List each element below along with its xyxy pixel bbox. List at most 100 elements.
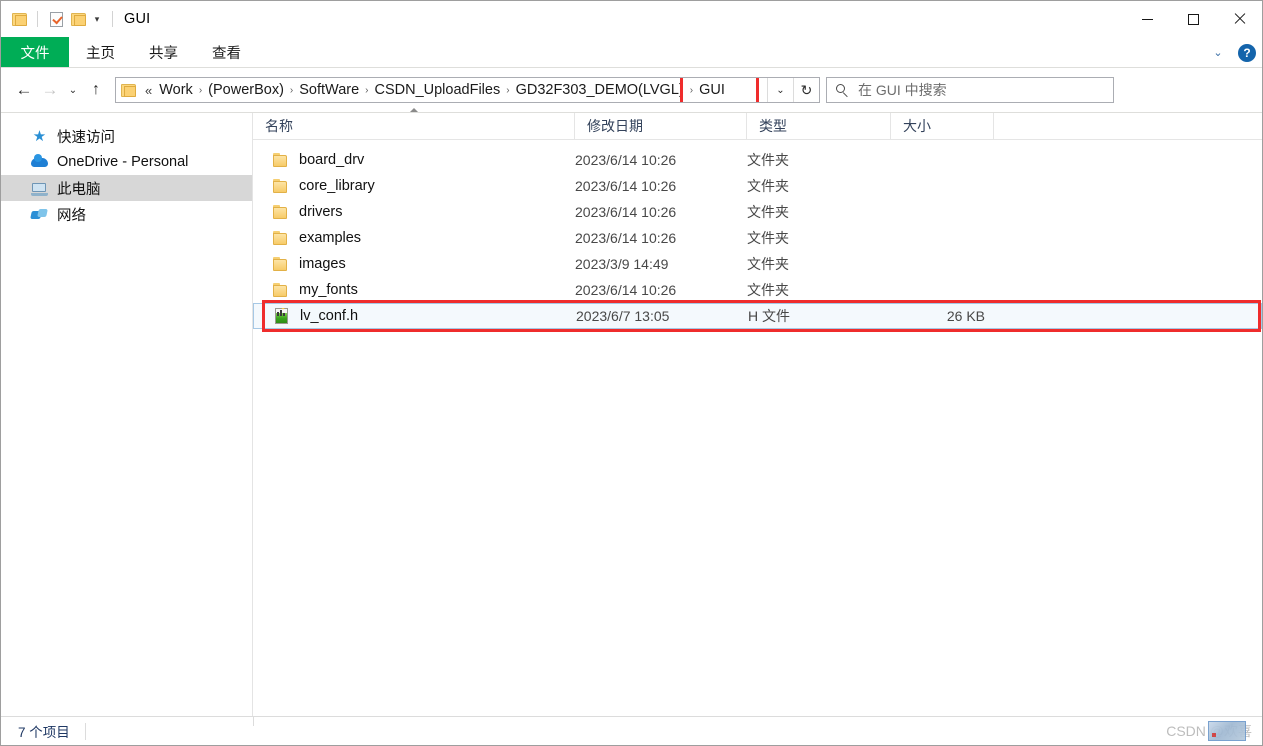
explorer-body: ★ 快速访问 OneDrive - Personal 此电脑 网络 名称 修改日… — [1, 108, 1262, 716]
watermark-thumbnail-icon — [1208, 721, 1246, 741]
cell-name: lv_conf.h — [254, 308, 576, 324]
cloud-icon — [31, 153, 48, 171]
cell-name: images — [253, 256, 575, 272]
cell-date-modified: 2023/6/14 10:26 — [575, 282, 677, 298]
qat-divider-1 — [37, 11, 38, 27]
breadcrumb-item-powerbox[interactable]: (PowerBox) — [204, 80, 288, 100]
table-row[interactable]: my_fonts 2023/6/14 10:26 文件夹 — [253, 277, 1262, 303]
cell-name: examples — [253, 230, 575, 246]
qat-divider-2 — [112, 11, 113, 27]
refresh-icon[interactable]: ↻ — [793, 78, 819, 102]
breadcrumb-separator-4[interactable]: › — [504, 85, 511, 96]
cell-date-modified: 2023/6/14 10:26 — [575, 152, 677, 168]
title-bar: ▾ GUI — [1, 1, 1262, 37]
sidebar-item-network[interactable]: 网络 — [1, 201, 252, 227]
breadcrumb-folder-icon — [121, 83, 136, 97]
file-rows: board_drv 2023/6/14 10:26 文件夹 core_libra… — [253, 140, 1262, 332]
cell-type: 文件夹 — [747, 230, 789, 246]
cell-name: core_library — [253, 178, 575, 194]
navigation-pane: ★ 快速访问 OneDrive - Personal 此电脑 网络 — [1, 113, 253, 716]
breadcrumb-item-gui-highlighted[interactable]: › GUI — [679, 78, 759, 102]
table-row[interactable]: images 2023/3/9 14:49 文件夹 — [253, 251, 1262, 277]
tab-home[interactable]: 主页 — [69, 37, 132, 67]
column-header-filler — [994, 113, 1262, 139]
sidebar-item-this-pc[interactable]: 此电脑 — [1, 175, 252, 201]
column-header-size[interactable]: 大小 — [891, 113, 994, 139]
column-header-date-modified[interactable]: 修改日期 — [575, 113, 747, 139]
breadcrumb-separator-1[interactable]: › — [197, 85, 204, 96]
csdn-watermark: CSDN @欢喜 — [1166, 721, 1252, 741]
breadcrumb-item-csdn-uploadfiles[interactable]: CSDN_UploadFiles — [371, 80, 505, 100]
cell-type: 文件夹 — [747, 204, 789, 220]
address-dropdown-chevron-down-icon[interactable]: ⌄ — [767, 78, 793, 102]
sidebar-item-label: 此电脑 — [57, 181, 101, 198]
maximize-button[interactable] — [1170, 1, 1216, 37]
properties-icon[interactable] — [45, 8, 67, 30]
file-name: core_library — [299, 178, 375, 194]
new-folder-icon[interactable] — [67, 8, 89, 30]
sidebar-item-label: OneDrive - Personal — [57, 154, 189, 170]
column-header-type[interactable]: 类型 — [747, 113, 891, 139]
forward-button[interactable]: → — [37, 77, 63, 103]
folder-icon — [273, 257, 289, 271]
breadcrumb-item-gui[interactable]: GUI — [695, 80, 729, 100]
ribbon-tab-strip: 文件 主页 共享 查看 ⌄ ? — [1, 37, 1262, 68]
column-header-name[interactable]: 名称 — [253, 108, 575, 139]
folder-icon — [273, 179, 289, 193]
table-row[interactable]: drivers 2023/6/14 10:26 文件夹 — [253, 199, 1262, 225]
folder-icon[interactable] — [8, 8, 30, 30]
table-row[interactable]: examples 2023/6/14 10:26 文件夹 — [253, 225, 1262, 251]
breadcrumb-item-gd32f303-demo[interactable]: GD32F303_DEMO(LVGL) — [512, 80, 688, 100]
file-name: drivers — [299, 204, 343, 220]
file-name: images — [299, 256, 346, 272]
search-input[interactable]: 在 GUI 中搜索 — [826, 77, 1114, 103]
tab-file[interactable]: 文件 — [1, 37, 69, 67]
qat-customize-chevron-down-icon[interactable]: ▾ — [89, 8, 105, 30]
back-button[interactable]: ← — [11, 77, 37, 103]
cell-name: board_drv — [253, 152, 575, 168]
breadcrumb-item-work[interactable]: Work — [155, 80, 197, 100]
cell-name: my_fonts — [253, 282, 575, 298]
file-list-pane: 名称 修改日期 类型 大小 board_drv 2023/6/14 10:26 … — [253, 108, 1262, 716]
cell-type: 文件夹 — [747, 178, 789, 194]
table-row[interactable]: board_drv 2023/6/14 10:26 文件夹 — [253, 147, 1262, 173]
recent-locations-chevron-down-icon[interactable]: ⌄ — [63, 77, 83, 103]
breadcrumb-separator-3[interactable]: › — [363, 85, 370, 96]
folder-icon — [273, 283, 289, 297]
sort-ascending-icon — [409, 108, 418, 112]
ribbon-collapse-chevron-down-icon[interactable]: ⌄ — [1208, 43, 1228, 63]
network-icon — [31, 206, 48, 223]
sidebar-item-quick-access[interactable]: ★ 快速访问 — [1, 123, 252, 149]
breadcrumb-item-software[interactable]: SoftWare — [295, 80, 363, 100]
computer-icon — [31, 180, 48, 197]
file-name: my_fonts — [299, 282, 358, 298]
breadcrumb-separator-2[interactable]: › — [288, 85, 295, 96]
minimize-button[interactable] — [1124, 1, 1170, 37]
cell-type: 文件夹 — [747, 282, 789, 298]
file-name: board_drv — [299, 152, 365, 168]
sidebar-item-onedrive[interactable]: OneDrive - Personal — [1, 149, 252, 175]
star-icon: ★ — [32, 127, 47, 145]
table-row-selected[interactable]: lv_conf.h 2023/6/7 13:05 H 文件 26 KB — [253, 300, 1262, 332]
column-header-label: 名称 — [265, 118, 293, 134]
breadcrumb-separator-5[interactable]: › — [688, 85, 695, 96]
table-row[interactable]: core_library 2023/6/14 10:26 文件夹 — [253, 173, 1262, 199]
cell-type: H 文件 — [748, 308, 790, 324]
folder-icon — [273, 231, 289, 245]
column-headers: 名称 修改日期 类型 大小 — [253, 108, 1262, 140]
help-icon[interactable]: ? — [1238, 43, 1256, 62]
sidebar-item-label: 网络 — [57, 207, 86, 224]
address-path-box[interactable]: « Work › (PowerBox) › SoftWare › CSDN_Up… — [115, 77, 820, 103]
folder-icon — [273, 205, 289, 219]
close-button[interactable] — [1216, 1, 1262, 37]
file-explorer-window: ▾ GUI 文件 主页 共享 查看 ⌄ ? ← → ⌄ ↑ « Work › (… — [0, 0, 1263, 746]
breadcrumb-overflow-icon[interactable]: « — [142, 83, 155, 98]
tab-view[interactable]: 查看 — [195, 37, 258, 67]
file-name: examples — [299, 230, 362, 246]
tab-share[interactable]: 共享 — [132, 37, 195, 67]
cell-name: drivers — [253, 204, 575, 220]
column-header-label: 修改日期 — [587, 118, 643, 134]
quick-access-toolbar: ▾ GUI — [1, 8, 150, 30]
breadcrumb: « Work › (PowerBox) › SoftWare › CSDN_Up… — [116, 78, 767, 102]
up-button[interactable]: ↑ — [83, 77, 109, 103]
